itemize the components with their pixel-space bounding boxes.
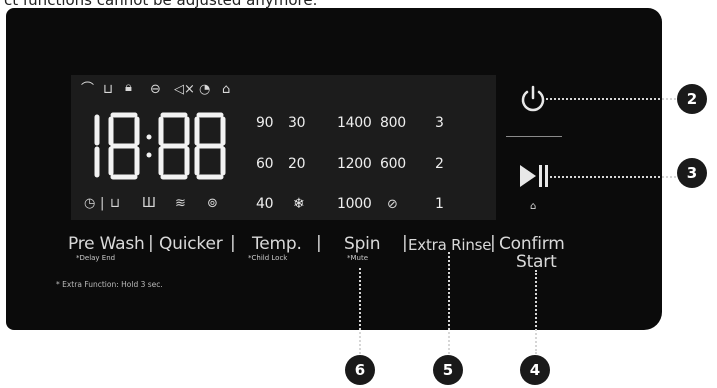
- delay-clock-icon: ◔: [199, 82, 211, 97]
- prewash-tub-icon: ⊔: [103, 82, 114, 97]
- stains-icon: ⌒: [81, 82, 95, 97]
- time-digits: [94, 112, 226, 180]
- shirt-icon: ⌂: [222, 82, 231, 97]
- spin-600: 600: [380, 156, 406, 172]
- dry-icon: ⊖: [150, 82, 161, 97]
- rinse-2: 2: [435, 156, 444, 172]
- start-label: Start: [516, 252, 557, 272]
- spin-1000: 1000: [337, 196, 372, 212]
- callout-line-power: [546, 98, 676, 100]
- power-icon[interactable]: [518, 84, 548, 114]
- separator-1: |: [148, 233, 154, 253]
- temp-40: 40: [256, 196, 274, 212]
- rinse-1: 1: [435, 196, 444, 212]
- separator-3: |: [316, 233, 322, 253]
- quicker-button[interactable]: Quicker: [159, 234, 223, 254]
- separator-2: |: [230, 233, 236, 253]
- callout-4: 4: [520, 355, 550, 385]
- tub-wave-icon: ≋: [175, 196, 186, 211]
- separator-5: |: [490, 233, 496, 253]
- callout-6: 6: [345, 355, 375, 385]
- cold-icon: ❄: [293, 196, 305, 212]
- separator-4: |: [402, 233, 408, 253]
- extra-function-note: * Extra Function: Hold 3 sec.: [56, 280, 163, 289]
- callout-3: 3: [677, 158, 707, 188]
- confirm-button[interactable]: Confirm: [499, 234, 565, 254]
- clock-icon: ◷: [84, 196, 96, 211]
- temp-30: 30: [288, 115, 306, 131]
- callout-line-rinse: [448, 252, 450, 354]
- tub-icon: ⊔: [110, 196, 121, 211]
- temp-button[interactable]: Temp.: [252, 234, 302, 254]
- callout-2: 2: [677, 84, 707, 114]
- rinse-3: 3: [435, 115, 444, 131]
- start-pause-icon[interactable]: [518, 162, 550, 190]
- callout-line-confirm: [535, 270, 537, 354]
- temp-60: 60: [256, 156, 274, 172]
- spin-button[interactable]: Spin: [344, 234, 380, 254]
- spin-sub-label: *Mute: [347, 254, 369, 262]
- spin-1400: 1400: [337, 115, 372, 131]
- shirt-small-icon: ⌂: [530, 201, 537, 212]
- lcd-display: ⌒ ⊔ 🔒︎ ⊖ ◁× ◔ ⌂ ◷ | ⊔ Ш ≋ ⊚ 90 30 60 20 …: [71, 75, 496, 220]
- panel-divider-line: [506, 136, 562, 137]
- prewash-button[interactable]: Pre Wash: [68, 234, 145, 254]
- no-spin-icon: ⊘: [387, 197, 398, 212]
- door-lock-icon: 🔒︎: [125, 80, 132, 95]
- callout-line-play: [550, 176, 676, 178]
- callout-5: 5: [433, 355, 463, 385]
- control-panel: ⌒ ⊔ 🔒︎ ⊖ ◁× ◔ ⌂ ◷ | ⊔ Ш ≋ ⊚ 90 30 60 20 …: [6, 8, 662, 330]
- temp-sub-label: *Child Lock: [248, 254, 288, 262]
- temp-90: 90: [256, 115, 274, 131]
- divider: |: [100, 196, 105, 211]
- spin-800: 800: [380, 115, 406, 131]
- callout-line-spin: [359, 268, 361, 354]
- tub-spin-icon: ⊚: [207, 196, 218, 211]
- tub-wide-icon: Ш: [142, 196, 156, 211]
- prewash-sub-label: *Delay End: [76, 254, 116, 262]
- spin-1200: 1200: [337, 156, 372, 172]
- temp-20: 20: [288, 156, 306, 172]
- mute-icon: ◁×: [174, 82, 195, 97]
